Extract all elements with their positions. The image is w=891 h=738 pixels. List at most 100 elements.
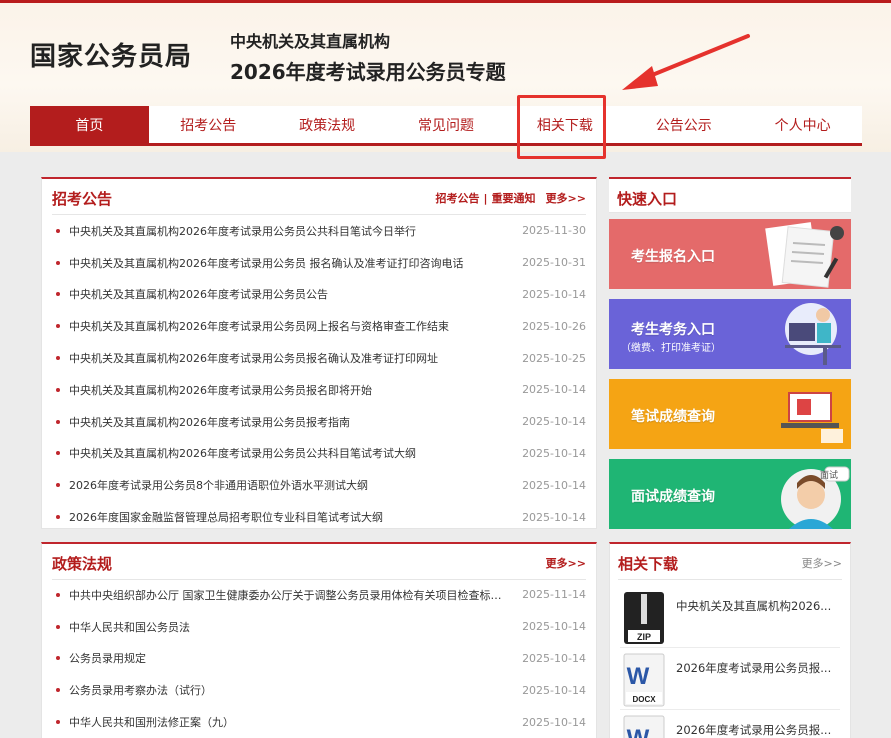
list-item[interactable]: 公务员录用考察办法（试行） 2025-10-14 — [52, 674, 586, 706]
card-label: 笔试成绩查询 — [631, 409, 715, 425]
item-title[interactable]: 中央机关及其直属机构2026年度考试录用公务员报名确认及准考证打印网址 — [69, 350, 506, 366]
laptop-report-icon — [781, 392, 843, 443]
bullet-icon — [56, 688, 60, 693]
item-title[interactable]: 中央机关及其直属机构2026年度考试录用公务员报考指南 — [69, 414, 506, 430]
policies-links: 更多>> — [536, 555, 586, 571]
list-item[interactable]: 中共中央组织部办公厅 国家卫生健康委办公厅关于调整公务员录用体检有关项目检查标准… — [52, 579, 586, 611]
header-subtitle-line2: 2026年度考试录用公务员专题 — [230, 60, 506, 84]
announcements-panel: 招考公告 招考公告 | 重要通知 更多>> 中央机关及其直属机构2026年度考试录用公… — [41, 177, 597, 529]
item-title[interactable]: 2026年度国家金融监督管理总局招考职位专业科目笔试考试大纲 — [69, 509, 506, 525]
announcements-links: 招考公告 | 重要通知 更多>> — [436, 190, 586, 206]
item-date: 2025-10-14 — [522, 651, 586, 665]
card-label: 面试成绩查询 — [631, 489, 715, 505]
item-date: 2025-10-14 — [522, 715, 586, 729]
download-title[interactable]: 中央机关及其直属机构2026... — [676, 598, 846, 614]
quick-entry-title: 快速入口 — [617, 190, 678, 208]
bullet-icon — [56, 624, 60, 629]
item-date: 2025-11-14 — [522, 588, 586, 602]
item-title[interactable]: 公务员录用规定 — [69, 650, 506, 666]
downloads-panel: 相关下载 更多>> ZIP 中央机关及其直属机构2026... W DOCX 2… — [609, 542, 851, 738]
nav-home[interactable]: 首页 — [30, 106, 149, 143]
registration-form-icon — [765, 222, 844, 288]
download-title[interactable]: 2026年度考试录用公务员报... — [676, 660, 846, 676]
annotation-arrow-icon — [622, 34, 750, 90]
policies-list: 中共中央组织部办公厅 国家卫生健康委办公厅关于调整公务员录用体检有关项目检查标准… — [52, 579, 586, 738]
download-item[interactable]: ZIP 中央机关及其直属机构2026... — [620, 586, 840, 648]
nav-downloads-highlight-box — [517, 95, 606, 159]
item-date: 2025-10-14 — [522, 620, 586, 634]
download-item[interactable]: W DOCX 2026年度考试录用公务员报... — [620, 648, 840, 710]
item-date: 2025-10-14 — [522, 478, 586, 492]
bullet-icon — [56, 419, 60, 424]
item-title[interactable]: 中央机关及其直属机构2026年度考试录用公务员公告 — [69, 286, 506, 302]
person-at-computer-icon — [785, 303, 841, 365]
nav-announcements[interactable]: 招考公告 — [149, 106, 268, 143]
list-item[interactable]: 中央机关及其直属机构2026年度考试录用公务员报考指南 2025-10-14 — [52, 406, 586, 438]
list-item[interactable]: 中央机关及其直属机构2026年度考试录用公务员公告 2025-10-14 — [52, 279, 586, 311]
candidate-registration-button[interactable]: 考生报名入口 — [609, 219, 851, 289]
nav-faq[interactable]: 常见问题 — [387, 106, 506, 143]
list-item[interactable]: 中央机关及其直属机构2026年度考试录用公务员报名即将开始 2025-10-14 — [52, 374, 586, 406]
item-title[interactable]: 中共中央组织部办公厅 国家卫生健康委办公厅关于调整公务员录用体检有关项目检查标准… — [69, 587, 506, 603]
item-title[interactable]: 中央机关及其直属机构2026年度考试录用公务员公共科目笔试今日举行 — [69, 223, 506, 239]
announcements-list: 中央机关及其直属机构2026年度考试录用公务员公共科目笔试今日举行 2025-11… — [52, 215, 586, 533]
item-title[interactable]: 中央机关及其直属机构2026年度考试录用公务员网上报名与资格审查工作结束 — [69, 318, 506, 334]
interview-badge: 面试 — [820, 471, 839, 481]
item-date: 2025-10-14 — [522, 383, 586, 397]
list-item[interactable]: 中华人民共和国刑法修正案（九） 2025-10-14 — [52, 706, 586, 738]
nav-personal-center[interactable]: 个人中心 — [743, 106, 862, 143]
nav-policies[interactable]: 政策法规 — [268, 106, 387, 143]
bullet-icon — [56, 451, 60, 456]
nav-notices[interactable]: 公告公示 — [624, 106, 743, 143]
list-item[interactable]: 中央机关及其直属机构2026年度考试录用公务员 报名确认及准考证打印咨询电话 20… — [52, 247, 586, 279]
item-date: 2025-10-31 — [522, 256, 586, 270]
interview-score-query-button[interactable]: 面试成绩查询 面试 — [609, 459, 851, 529]
item-title[interactable]: 中华人民共和国刑法修正案（九） — [69, 714, 506, 730]
bullet-icon — [56, 356, 60, 361]
downloads-more-link[interactable]: 更多>> — [802, 557, 842, 570]
item-date: 2025-10-25 — [522, 351, 586, 365]
header-subtitle-line1: 中央机关及其直属机构 — [230, 32, 391, 51]
announcements-link[interactable]: 招考公告 — [436, 192, 480, 205]
svg-text:W: W — [627, 725, 650, 738]
download-title[interactable]: 2026年度考试录用公务员报... — [676, 722, 846, 738]
item-title[interactable]: 公务员录用考察办法（试行） — [69, 682, 506, 698]
bullet-icon — [56, 720, 60, 725]
announcements-more-link[interactable]: 更多>> — [546, 192, 586, 205]
svg-text:W: W — [627, 663, 650, 690]
main-nav: 首页 招考公告 政策法规 常见问题 相关下载 公告公示 个人中心 — [30, 106, 862, 146]
item-title[interactable]: 中央机关及其直属机构2026年度考试录用公务员报名即将开始 — [69, 382, 506, 398]
policies-header: 政策法规 更多>> — [52, 544, 586, 580]
list-item[interactable]: 中央机关及其直属机构2026年度考试录用公务员公共科目笔试考试大纲 2025-10… — [52, 438, 586, 470]
item-date: 2025-10-14 — [522, 446, 586, 460]
list-item[interactable]: 中华人民共和国公务员法 2025-10-14 — [52, 611, 586, 643]
list-item[interactable]: 中央机关及其直属机构2026年度考试录用公务员网上报名与资格审查工作结束 2025… — [52, 310, 586, 342]
list-item[interactable]: 公务员录用规定 2025-10-14 — [52, 643, 586, 675]
candidate-exam-affairs-button[interactable]: 考生考务入口 （缴费、打印准考证） — [609, 299, 851, 369]
item-title[interactable]: 中华人民共和国公务员法 — [69, 619, 506, 635]
bullet-icon — [56, 260, 60, 265]
announcements-title: 招考公告 — [52, 190, 113, 208]
link-separator: | — [483, 192, 488, 205]
list-item[interactable]: 中央机关及其直属机构2026年度考试录用公务员公共科目笔试今日举行 2025-11… — [52, 215, 586, 247]
downloads-header: 相关下载 更多>> — [618, 544, 842, 580]
bullet-icon — [56, 483, 60, 488]
site-logo[interactable]: 国家公务员局 — [30, 36, 192, 73]
bullet-icon — [56, 228, 60, 233]
item-date: 2025-10-14 — [522, 683, 586, 697]
bullet-icon — [56, 515, 60, 520]
list-item[interactable]: 中央机关及其直属机构2026年度考试录用公务员报名确认及准考证打印网址 2025-… — [52, 342, 586, 374]
svg-text:ZIP: ZIP — [637, 632, 651, 642]
svg-text:DOCX: DOCX — [632, 695, 656, 704]
list-item[interactable]: 2026年度考试录用公务员8个非通用语职位外语水平测试大纲 2025-10-14 — [52, 469, 586, 501]
item-title[interactable]: 中央机关及其直属机构2026年度考试录用公务员 报名确认及准考证打印咨询电话 — [69, 255, 506, 271]
item-title[interactable]: 2026年度考试录用公务员8个非通用语职位外语水平测试大纲 — [69, 477, 506, 493]
quick-entry-panel: 快速入口 — [609, 177, 851, 213]
list-item[interactable]: 2026年度国家金融监督管理总局招考职位专业科目笔试考试大纲 2025-10-14 — [52, 501, 586, 533]
important-notices-link[interactable]: 重要通知 — [492, 192, 536, 205]
item-title[interactable]: 中央机关及其直属机构2026年度考试录用公务员公共科目笔试考试大纲 — [69, 445, 506, 461]
written-score-query-button[interactable]: 笔试成绩查询 — [609, 379, 851, 449]
download-item[interactable]: W 2026年度考试录用公务员报... — [620, 710, 840, 738]
item-date: 2025-10-26 — [522, 319, 586, 333]
policies-more-link[interactable]: 更多>> — [546, 557, 586, 570]
